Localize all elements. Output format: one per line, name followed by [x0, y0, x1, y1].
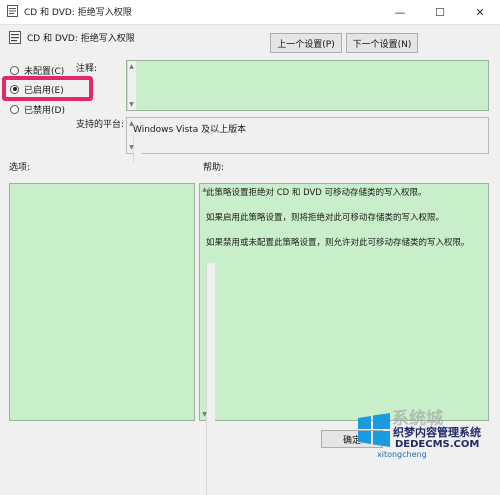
- window-title: CD 和 DVD: 拒绝写入权限: [24, 8, 132, 18]
- comment-textarea[interactable]: ▲ ▼: [126, 60, 489, 111]
- next-setting-button[interactable]: 下一个设置(N): [346, 33, 418, 53]
- options-section-label: 选项:: [9, 163, 31, 173]
- platform-label: 支持的平台:: [76, 120, 125, 130]
- maximize-icon: ☐: [435, 5, 445, 19]
- radio-disabled[interactable]: 已禁用(D): [10, 102, 65, 116]
- radio-circle[interactable]: [10, 104, 19, 114]
- scroll-down-icon[interactable]: ▼: [200, 410, 209, 419]
- previous-setting-button[interactable]: 上一个设置(P): [270, 33, 342, 53]
- radio-disabled-label: 已禁用(D): [24, 105, 65, 116]
- policy-app-icon: [7, 5, 18, 17]
- help-scrollbar[interactable]: ▲ ▼: [202, 186, 215, 495]
- scroll-up-icon[interactable]: ▲: [127, 119, 136, 128]
- help-paragraph: 如果启用此策略设置，则将拒绝对此可移动存储类的写入权限。: [206, 213, 445, 223]
- windows-logo-icon: [358, 413, 390, 447]
- maximize-button[interactable]: ☐: [420, 0, 460, 24]
- watermark-line3: xitongcheng: [377, 450, 427, 459]
- scroll-down-icon[interactable]: ▼: [127, 100, 136, 109]
- close-button[interactable]: ✕: [460, 0, 500, 24]
- radio-not-configured[interactable]: 未配置(C): [10, 63, 64, 77]
- platform-value: Windows Vista 及以上版本: [133, 125, 247, 135]
- options-panel: [9, 183, 195, 421]
- platform-scrollbar[interactable]: ▲ ▼: [129, 120, 142, 162]
- watermark-line2: DEDECMS.COM: [395, 439, 480, 450]
- help-section-label: 帮助:: [203, 163, 225, 173]
- scroll-up-icon[interactable]: ▲: [127, 62, 136, 71]
- help-paragraph: 如果禁用或未配置此策略设置，则允许对此可移动存储类的写入权限。: [206, 238, 470, 248]
- minimize-icon: —: [394, 5, 406, 19]
- radio-circle[interactable]: [10, 65, 19, 75]
- platform-value-box: Windows Vista 及以上版本 ▲ ▼: [126, 117, 489, 162]
- scroll-down-icon[interactable]: ▼: [127, 143, 136, 152]
- radio-not-configured-label: 未配置(C): [24, 66, 65, 77]
- policy-icon: [9, 31, 21, 44]
- close-icon: ✕: [475, 5, 485, 19]
- help-panel: 此策略设置拒绝对 CD 和 DVD 可移动存储类的写入权限。 如果启用此策略设置…: [199, 183, 489, 495]
- watermark-line1: 织梦内容管理系统: [393, 426, 481, 439]
- annotation-highlight-box: [2, 76, 93, 101]
- scroll-up-icon[interactable]: ▲: [200, 185, 209, 194]
- help-paragraph: 此策略设置拒绝对 CD 和 DVD 可移动存储类的写入权限。: [206, 188, 427, 198]
- policy-name: CD 和 DVD: 拒绝写入权限: [27, 34, 135, 44]
- comment-label: 注释:: [76, 64, 98, 74]
- comment-scrollbar[interactable]: ▲ ▼: [127, 61, 136, 110]
- minimize-button[interactable]: —: [380, 0, 420, 24]
